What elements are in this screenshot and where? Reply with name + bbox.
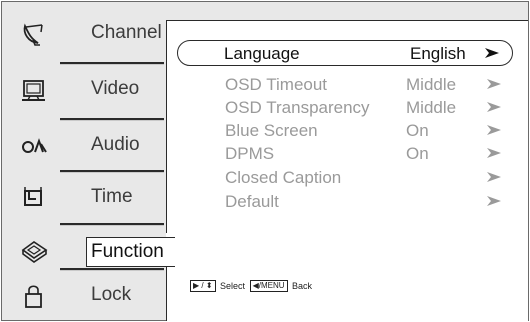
menu-item-label: Closed Caption [225,168,342,187]
audio-icon [22,138,47,153]
sidebar-divider [60,268,164,271]
satellite-dish-icon [23,23,43,46]
menu-item-value: On [406,121,429,140]
menu-row-osd-timeout[interactable]: OSD Timeout Middle [167,72,528,96]
sidebar-item-lock[interactable]: Lock [2,274,168,320]
select-key-icon: ▶ / ⬍ [190,280,216,292]
navigation-hint: ▶ / ⬍ Select ◀/MENU Back [190,280,314,296]
sidebar-item-label: Audio [91,134,140,155]
arrow-right-icon [487,196,501,206]
sidebar-item-label: Function [86,237,175,267]
sidebar-item-label: Time [91,186,133,207]
monitor-icon [22,80,45,101]
sidebar-item-label: Lock [91,284,132,305]
sidebar-item-time[interactable]: Time [2,176,168,222]
sidebar-divider [60,223,164,226]
menu-row-dpms[interactable]: DPMS On [167,141,528,165]
select-hint-label: Select [220,281,246,291]
menu-item-label: OSD Timeout [225,75,328,94]
menu-item-label: Blue Screen [225,121,318,140]
menu-row-default[interactable]: Default [167,189,528,213]
sidebar-item-audio[interactable]: Audio [2,124,168,170]
menu-item-label: OSD Transparency [225,98,370,117]
arrow-right-icon [487,125,501,135]
menu-row-language[interactable]: Language English [177,40,513,66]
clock-icon [24,187,42,206]
arrow-right-icon [487,148,501,158]
sidebar-item-channel[interactable]: Channel [2,12,168,58]
osd-menu-frame: Channel Video Audio Time Function Lock L… [1,1,529,321]
sidebar-divider [60,170,164,173]
function-icon [21,241,48,263]
sidebar-item-video[interactable]: Video [2,68,168,114]
menu-item-value: Middle [406,98,457,117]
menu-item-value: English [410,44,466,63]
arrow-right-icon [487,79,501,89]
menu-row-blue-screen[interactable]: Blue Screen On [167,118,528,142]
sidebar-divider [60,118,164,121]
arrow-right-icon [487,102,501,112]
back-hint-label: Back [292,281,313,291]
arrow-right-icon [485,48,499,58]
back-key-icon: ◀/MENU [249,280,288,292]
menu-item-label: DPMS [225,144,275,163]
arrow-right-icon [487,172,501,182]
menu-item-value: Middle [406,75,457,94]
menu-item-value: On [406,144,429,163]
menu-row-closed-caption[interactable]: Closed Caption [167,165,528,189]
lock-icon [25,285,42,308]
menu-item-label: Default [225,192,279,211]
sidebar-item-label: Channel [91,22,162,43]
function-menu-panel: Language English OSD Timeout Middle OSD … [166,20,528,321]
menu-item-label: Language [224,44,300,63]
sidebar-divider [60,62,164,65]
menu-row-osd-transparency[interactable]: OSD Transparency Middle [167,95,528,119]
sidebar-item-label: Video [91,78,140,99]
